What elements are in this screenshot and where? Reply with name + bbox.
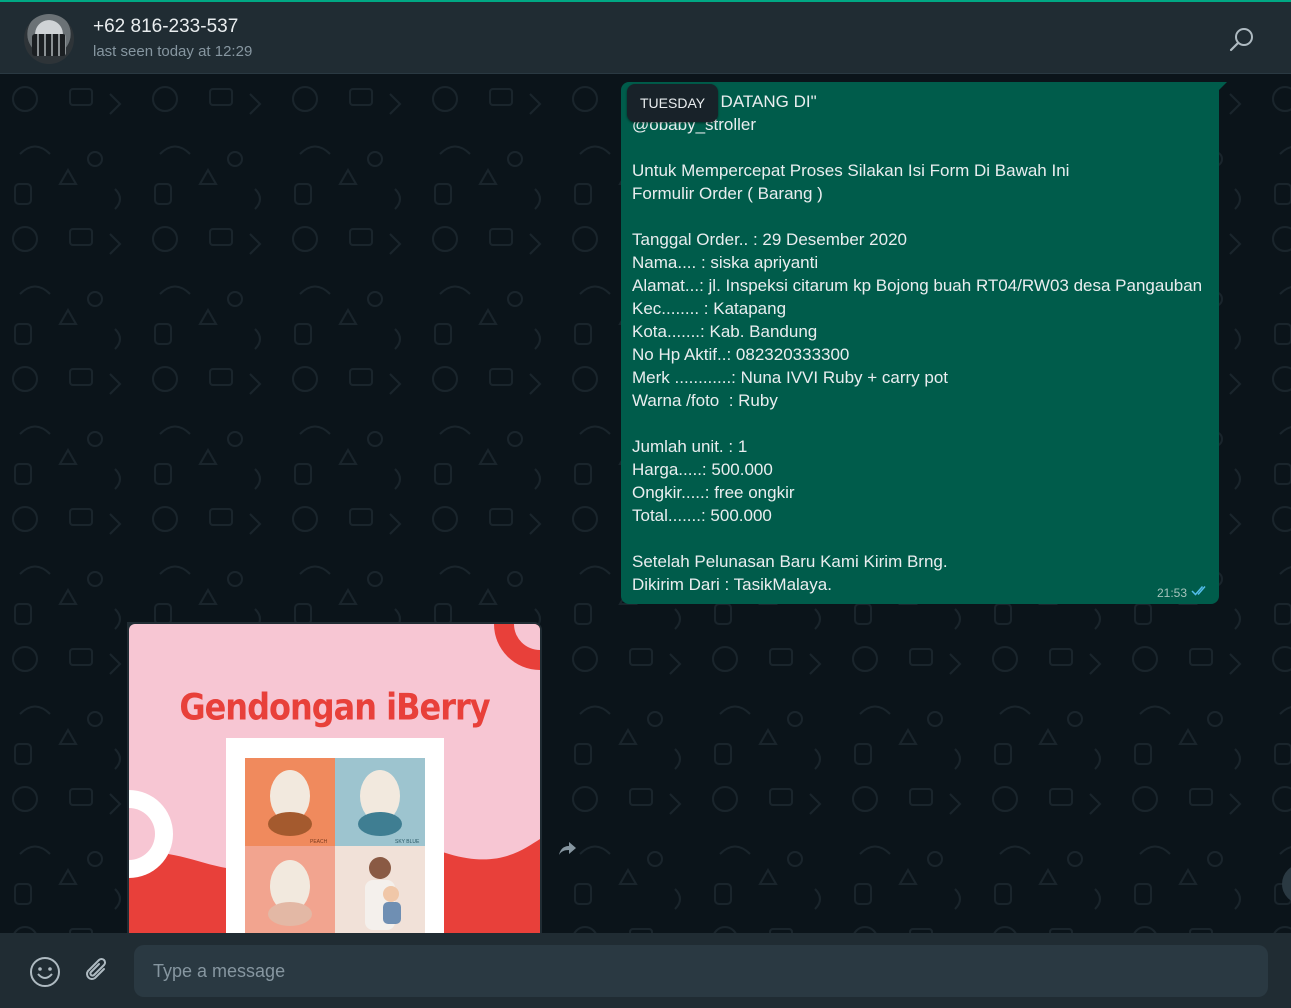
- swatch-label-peach: PEACH: [310, 839, 328, 845]
- incoming-image-message[interactable]: Gendongan iBerry PEACH SKY BLUE: [127, 622, 542, 933]
- paperclip-icon[interactable]: [80, 953, 114, 987]
- image-title: Gendongan iBerry: [179, 685, 490, 729]
- message-time: 21:53: [1156, 585, 1187, 600]
- day-divider: TUESDAY: [627, 84, 719, 122]
- message-text: "SELAMAT DATANG DI" @obaby_stroller Untu…: [632, 92, 1203, 594]
- double-check-icon: [1191, 585, 1209, 600]
- chat-header[interactable]: +62 816-233-537 last seen today at 12:29: [0, 2, 1291, 74]
- contact-name[interactable]: +62 816-233-537: [93, 16, 238, 38]
- search-icon[interactable]: [1226, 24, 1258, 56]
- message-composer: [0, 933, 1291, 1008]
- swatch-label-skyblue: SKY BLUE: [395, 839, 420, 845]
- message-input[interactable]: [134, 945, 1268, 997]
- outgoing-message[interactable]: "SELAMAT DATANG DI" @obaby_stroller Untu…: [621, 82, 1227, 604]
- emoji-icon[interactable]: [28, 955, 62, 989]
- product-image[interactable]: Gendongan iBerry PEACH SKY BLUE: [129, 624, 540, 933]
- chat-pane[interactable]: "SELAMAT DATANG DI" @obaby_stroller Untu…: [0, 74, 1291, 933]
- contact-avatar[interactable]: [24, 14, 74, 64]
- contact-last-seen: last seen today at 12:29: [93, 43, 253, 60]
- forward-icon[interactable]: [556, 836, 580, 860]
- message-meta: 21:53: [1157, 585, 1209, 600]
